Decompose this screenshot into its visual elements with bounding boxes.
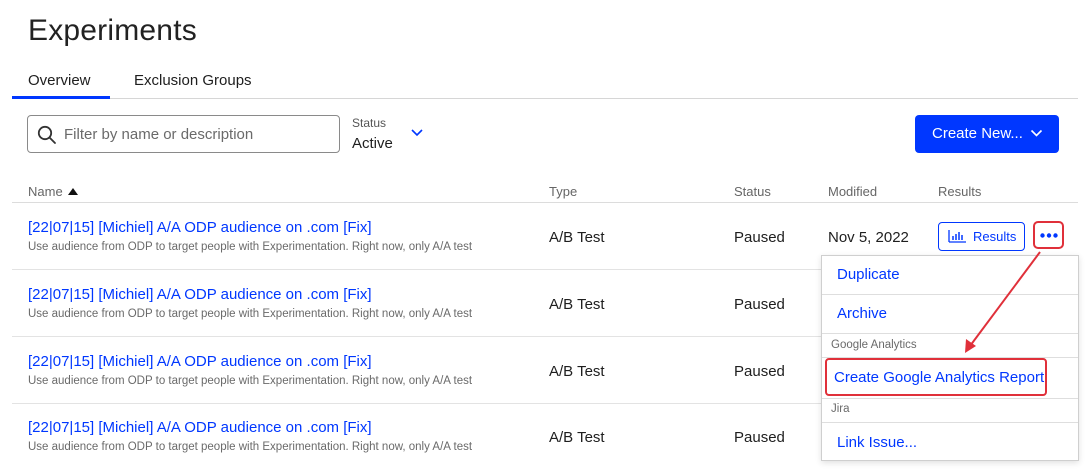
experiment-title-link[interactable]: [22|07|15] [Michiel] A/A ODP audience on… bbox=[28, 286, 372, 303]
status-select[interactable]: Status Active bbox=[352, 114, 432, 156]
experiment-description: Use audience from ODP to target people w… bbox=[28, 441, 473, 453]
menu-item-duplicate[interactable]: Duplicate bbox=[822, 256, 1078, 294]
experiment-status: Paused bbox=[734, 296, 785, 313]
tab-bar: Overview Exclusion Groups bbox=[12, 64, 1078, 99]
search-icon bbox=[37, 125, 56, 144]
column-header-name[interactable]: Name bbox=[28, 184, 78, 199]
tab-exclusion-groups[interactable]: Exclusion Groups bbox=[134, 72, 252, 89]
experiment-title-link[interactable]: [22|07|15] [Michiel] A/A ODP audience on… bbox=[28, 219, 372, 236]
experiment-type: A/B Test bbox=[549, 229, 605, 246]
chevron-down-icon bbox=[1030, 129, 1043, 137]
column-header-status: Status bbox=[734, 184, 771, 199]
menu-item-create-ga-report-label: Create Google Analytics Report bbox=[834, 369, 1045, 386]
menu-divider bbox=[822, 398, 1078, 399]
experiment-type: A/B Test bbox=[549, 429, 605, 446]
experiment-type: A/B Test bbox=[549, 363, 605, 380]
search-input[interactable] bbox=[64, 116, 334, 152]
column-header-name-label: Name bbox=[28, 184, 63, 199]
tab-overview[interactable]: Overview bbox=[28, 72, 91, 89]
experiment-title-link[interactable]: [22|07|15] [Michiel] A/A ODP audience on… bbox=[28, 353, 372, 370]
menu-item-duplicate-label: Duplicate bbox=[837, 266, 900, 283]
experiment-title-link[interactable]: [22|07|15] [Michiel] A/A ODP audience on… bbox=[28, 419, 372, 436]
experiment-modified: Nov 5, 2022 bbox=[828, 229, 909, 246]
menu-item-link-issue[interactable]: Link Issue... bbox=[822, 424, 1078, 462]
experiment-description: Use audience from ODP to target people w… bbox=[28, 375, 473, 387]
menu-group-jira: Jira bbox=[831, 403, 850, 415]
create-new-button[interactable]: Create New... bbox=[915, 115, 1059, 153]
results-button[interactable]: Results bbox=[938, 222, 1025, 251]
column-header-modified: Modified bbox=[828, 184, 878, 199]
sort-ascending-icon bbox=[67, 188, 78, 195]
chevron-down-icon bbox=[411, 129, 423, 137]
experiment-status: Paused bbox=[734, 229, 785, 246]
more-horizontal-icon bbox=[1040, 233, 1058, 238]
experiment-status: Paused bbox=[734, 363, 785, 380]
menu-group-google-analytics: Google Analytics bbox=[831, 339, 917, 351]
results-button-label: Results bbox=[973, 229, 1017, 244]
actions-dropdown-menu: Duplicate Archive Google Analytics Creat… bbox=[821, 255, 1079, 461]
column-header-type: Type bbox=[549, 184, 578, 199]
experiment-description: Use audience from ODP to target people w… bbox=[28, 308, 473, 320]
tab-active-underline bbox=[12, 96, 110, 99]
page-title: Experiments bbox=[28, 14, 197, 47]
experiment-status: Paused bbox=[734, 429, 785, 446]
status-select-caption: Status bbox=[352, 116, 387, 130]
menu-item-link-issue-label: Link Issue... bbox=[837, 434, 918, 451]
menu-item-archive-label: Archive bbox=[837, 305, 888, 322]
menu-divider bbox=[822, 422, 1078, 423]
menu-divider bbox=[822, 333, 1078, 334]
experiment-type: A/B Test bbox=[549, 296, 605, 313]
filter-box[interactable] bbox=[27, 115, 340, 153]
create-new-label: Create New... bbox=[932, 125, 1023, 142]
column-header-results: Results bbox=[938, 184, 982, 199]
more-actions-button[interactable] bbox=[1033, 221, 1064, 249]
bar-chart-icon bbox=[948, 230, 966, 243]
menu-item-archive[interactable]: Archive bbox=[822, 295, 1078, 333]
status-select-value: Active bbox=[352, 135, 393, 152]
menu-item-create-ga-report[interactable]: Create Google Analytics Report bbox=[822, 358, 1078, 396]
experiment-description: Use audience from ODP to target people w… bbox=[28, 241, 473, 253]
